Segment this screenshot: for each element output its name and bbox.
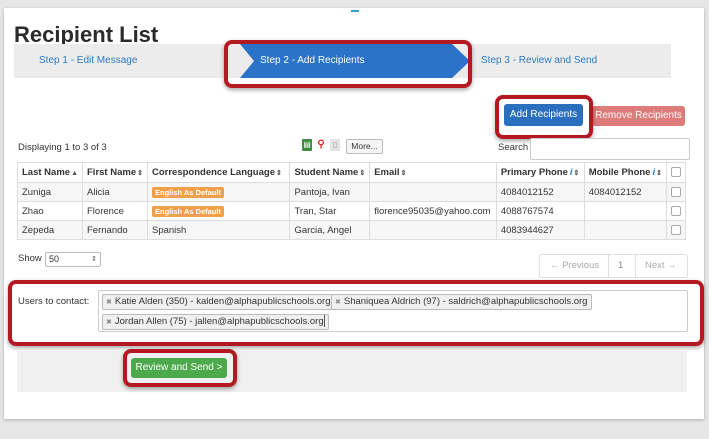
col-select-all[interactable] [665, 162, 687, 183]
sort-icon: ⇕ [275, 170, 282, 177]
cell-last-name: Zepeda [17, 220, 83, 240]
review-and-send-highlight [123, 349, 237, 387]
cell-last-name: Zuniga [17, 182, 83, 202]
col-mobile-phone[interactable]: Mobile Phone i⇕ [583, 162, 667, 183]
next-page-button[interactable]: Next → [645, 255, 677, 277]
footer-bar [17, 350, 687, 392]
table-header-row: Last Name▲ First Name⇕ Correspondence La… [17, 162, 687, 183]
pager-divider [635, 255, 636, 277]
document-export-icon[interactable]: ▯ [330, 139, 340, 151]
cell-first-name: Fernando [82, 220, 148, 240]
language-badge: English As Default [151, 205, 224, 217]
step-3-link[interactable]: Step 3 - Review and Send [481, 44, 597, 78]
col-email[interactable]: Email⇕ [369, 162, 497, 183]
sort-icon: ⇕ [573, 170, 580, 177]
cell-language: English As Default [146, 201, 291, 221]
col-last-name[interactable]: Last Name▲ [17, 162, 83, 183]
sort-icon: ⇕ [656, 170, 662, 177]
sort-icon: ⇕ [137, 170, 143, 177]
step-2-highlight [224, 40, 472, 88]
sort-icon: ⇕ [400, 170, 407, 177]
cell-select[interactable] [665, 182, 687, 202]
results-summary: Displaying 1 to 3 of 3 [18, 142, 107, 153]
cell-email: florence95035@yahoo.com [369, 201, 497, 221]
cell-first-name: Alicia [82, 182, 148, 202]
language-badge: English As Default [151, 186, 224, 198]
row-checkbox[interactable] [670, 205, 681, 216]
cell-mobile-phone [583, 201, 667, 221]
cell-primary-phone: 4084012152 [495, 182, 585, 202]
show-label: Show [18, 253, 42, 264]
cell-primary-phone: 4088767574 [495, 201, 585, 221]
col-student-name[interactable]: Student Name⇕ [289, 162, 371, 183]
cell-select[interactable] [665, 220, 687, 240]
table-row[interactable]: Zuniga Alicia English As Default Pantoja… [17, 182, 687, 202]
excel-export-icon[interactable]: ▤ [302, 139, 312, 151]
sort-icon: ⇕ [359, 170, 366, 177]
step-1-link[interactable]: Step 1 - Edit Message [39, 44, 137, 78]
page-size-value: 50 [49, 254, 60, 264]
recipients-table: Last Name▲ First Name⇕ Correspondence La… [17, 162, 687, 240]
row-checkbox[interactable] [670, 224, 681, 235]
cell-student-name: Tran, Star [289, 201, 371, 221]
table-row[interactable]: Zhao Florence English As Default Tran, S… [17, 201, 687, 221]
cell-mobile-phone: 4084012152 [583, 182, 667, 202]
row-checkbox[interactable] [670, 186, 681, 197]
cell-primary-phone: 4083944627 [495, 220, 585, 240]
cell-language: Spanish [146, 220, 291, 240]
cell-mobile-phone [583, 220, 667, 240]
col-primary-phone[interactable]: Primary Phone i⇕ [495, 162, 585, 183]
table-row[interactable]: Zepeda Fernando Spanish Garcia, Angel 40… [17, 220, 687, 240]
pdf-export-icon[interactable]: ⚲ [316, 139, 326, 151]
cell-first-name: Florence [82, 201, 148, 221]
search-input[interactable] [530, 138, 690, 160]
col-first-name[interactable]: First Name⇕ [82, 162, 148, 183]
select-all-checkbox[interactable] [670, 167, 681, 178]
cell-email [369, 220, 497, 240]
users-to-contact-highlight [8, 280, 704, 346]
col-correspondence-language[interactable]: Correspondence Language⇕ [146, 162, 291, 183]
cell-language: English As Default [146, 182, 291, 202]
screenshot-canvas: Recipient List Step 1 - Edit Message Ste… [0, 0, 709, 439]
cell-student-name: Pantoja, Ivan [289, 182, 371, 202]
top-indicator [351, 10, 359, 12]
cell-email [369, 182, 497, 202]
pagination: ← Previous 1 Next → [539, 254, 688, 278]
search-label: Search [498, 142, 529, 153]
remove-recipients-button[interactable]: Remove Recipients [592, 106, 685, 126]
more-button[interactable]: More... [346, 139, 383, 154]
sort-asc-icon: ▲ [71, 170, 78, 177]
page-1-button[interactable]: 1 [618, 255, 623, 277]
info-icon[interactable]: i [652, 167, 655, 178]
info-icon[interactable]: i [570, 167, 573, 178]
previous-page-button[interactable]: ← Previous [550, 255, 599, 277]
select-arrows-icon: ⇕ [91, 256, 97, 263]
add-recipients-highlight [495, 95, 593, 139]
page-size-select[interactable]: 50 ⇕ [45, 252, 101, 267]
cell-last-name: Zhao [17, 201, 83, 221]
cell-select[interactable] [665, 201, 687, 221]
cell-student-name: Garcia, Angel [289, 220, 371, 240]
pager-divider [608, 255, 609, 277]
